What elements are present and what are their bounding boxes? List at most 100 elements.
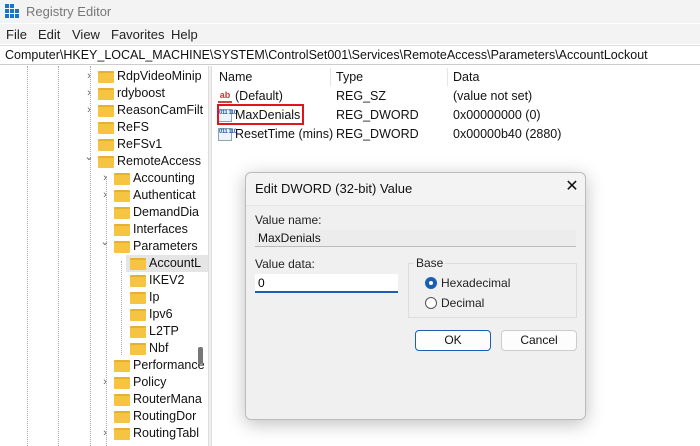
tree-item[interactable]: ReFSv1 bbox=[88, 136, 208, 153]
base-label: Base bbox=[414, 256, 446, 270]
menu-file[interactable]: File bbox=[6, 27, 27, 42]
tree-item[interactable]: › Policy bbox=[103, 374, 208, 391]
base-groupbox bbox=[408, 263, 577, 318]
folder-icon bbox=[114, 411, 130, 423]
menu-view[interactable]: View bbox=[72, 27, 100, 42]
chevron-right-icon[interactable]: › bbox=[84, 85, 94, 102]
ok-button[interactable]: OK bbox=[415, 330, 491, 351]
address-bar[interactable]: Computer\HKEY_LOCAL_MACHINE\SYSTEM\Contr… bbox=[0, 45, 700, 65]
tree-item-label: RoutingTabl bbox=[133, 426, 200, 440]
folder-icon bbox=[114, 224, 130, 236]
value-data: (value not set) bbox=[453, 89, 533, 103]
tree-item[interactable]: DemandDia bbox=[104, 204, 208, 221]
folder-icon bbox=[114, 377, 130, 389]
decimal-label[interactable]: Decimal bbox=[441, 296, 484, 310]
tree-item[interactable]: Ip bbox=[120, 289, 208, 306]
tree-item[interactable]: › rdyboost bbox=[87, 85, 208, 102]
chevron-right-icon[interactable]: › bbox=[100, 170, 110, 187]
decimal-radio[interactable] bbox=[425, 297, 437, 309]
menu-edit[interactable]: Edit bbox=[38, 27, 60, 42]
menu-bar: File Edit View Favorites Help bbox=[0, 24, 700, 44]
folder-icon bbox=[98, 122, 114, 134]
hexadecimal-label[interactable]: Hexadecimal bbox=[441, 276, 510, 290]
chevron-down-icon[interactable]: ⌄ bbox=[84, 149, 94, 166]
tree-item[interactable]: Interfaces bbox=[104, 221, 208, 238]
chevron-right-icon[interactable]: › bbox=[100, 187, 110, 204]
tree-item[interactable]: › Accounting bbox=[103, 170, 208, 187]
tree-item[interactable]: › RdpVideoMinip bbox=[87, 68, 208, 85]
chevron-right-icon[interactable]: › bbox=[100, 374, 110, 391]
column-name[interactable]: Name bbox=[219, 70, 252, 84]
tree-item[interactable]: AccountL bbox=[126, 255, 208, 272]
column-data[interactable]: Data bbox=[453, 70, 479, 84]
chevron-right-icon[interactable]: › bbox=[84, 68, 94, 85]
tree-item[interactable]: › Authenticat bbox=[103, 187, 208, 204]
tree-item-label: AccountL bbox=[149, 256, 202, 270]
value-name-field: MaxDenials bbox=[255, 230, 576, 247]
tree-item-label: ReFS bbox=[117, 120, 149, 134]
tree-item-label: RoutingDor bbox=[133, 409, 197, 423]
folder-icon bbox=[130, 258, 146, 270]
tree-item[interactable]: IKEV2 bbox=[120, 272, 208, 289]
tree-item-label: Interfaces bbox=[133, 222, 188, 236]
window-title: Registry Editor bbox=[26, 4, 112, 19]
chevron-right-icon[interactable]: › bbox=[100, 425, 110, 442]
menu-help[interactable]: Help bbox=[171, 27, 198, 42]
tree-item-label: RouterMana bbox=[133, 392, 202, 406]
tree-item[interactable]: › ReasonCamFilt bbox=[87, 102, 208, 119]
value-type: REG_DWORD bbox=[336, 127, 419, 141]
tree-scrollbar-thumb[interactable] bbox=[198, 347, 203, 364]
value-type: REG_SZ bbox=[336, 89, 387, 103]
folder-icon bbox=[98, 105, 114, 117]
tree-item[interactable]: Nbf bbox=[120, 340, 208, 357]
column-type[interactable]: Type bbox=[336, 70, 363, 84]
folder-icon bbox=[114, 190, 130, 202]
value-row[interactable]: 011 110 ResetTime (mins) REG_DWORD 0x00000b… bbox=[218, 125, 698, 144]
tree-item-label: Parameters bbox=[133, 239, 198, 253]
highlight-box bbox=[217, 104, 304, 125]
tree-item[interactable]: RoutingDor bbox=[104, 408, 208, 425]
tree-item[interactable]: ⌄ Parameters bbox=[100, 236, 208, 255]
binary-value-icon: 011 110 bbox=[218, 128, 237, 141]
tree-item[interactable]: ReFS bbox=[88, 119, 208, 136]
menu-favorites[interactable]: Favorites bbox=[111, 27, 164, 42]
dialog-title: Edit DWORD (32-bit) Value bbox=[255, 181, 413, 196]
value-data-input[interactable] bbox=[255, 274, 398, 293]
folder-icon bbox=[114, 173, 130, 185]
registry-editor-icon bbox=[5, 4, 19, 18]
tree-item-label: Performance bbox=[133, 358, 205, 372]
folder-icon bbox=[114, 360, 130, 372]
value-type: REG_DWORD bbox=[336, 108, 419, 122]
tree-item[interactable]: › RoutingTabl bbox=[103, 425, 208, 442]
tree-item[interactable]: L2TP bbox=[120, 323, 208, 340]
tree-item-label: L2TP bbox=[149, 324, 179, 338]
title-bar: Registry Editor bbox=[0, 0, 700, 23]
tree-item[interactable]: ⌄ RemoteAccess bbox=[84, 151, 208, 170]
tree-item-label: Accounting bbox=[133, 171, 195, 185]
tree-item-label: Nbf bbox=[149, 341, 169, 355]
tree-item-label: RdpVideoMinip bbox=[117, 69, 202, 83]
tree-item-label: DemandDia bbox=[133, 205, 200, 219]
cancel-button[interactable]: Cancel bbox=[501, 330, 577, 351]
tree-item-label: rdyboost bbox=[117, 86, 165, 100]
chevron-right-icon[interactable]: › bbox=[84, 102, 94, 119]
chevron-down-icon[interactable]: ⌄ bbox=[100, 234, 110, 251]
tree-item-label: IKEV2 bbox=[149, 273, 185, 287]
edit-dword-dialog: Edit DWORD (32-bit) Value ✕ Value name: … bbox=[245, 172, 586, 420]
string-value-icon: ab bbox=[218, 90, 232, 103]
tree-item[interactable]: RouterMana bbox=[104, 391, 208, 408]
tree-item-label: ReFSv1 bbox=[117, 137, 163, 151]
tree-item-label: Ipv6 bbox=[149, 307, 173, 321]
tree-item[interactable]: Ipv6 bbox=[120, 306, 208, 323]
tree-item-label: RemoteAccess bbox=[117, 154, 202, 168]
value-name: ResetTime (mins) bbox=[235, 127, 334, 141]
close-icon[interactable]: ✕ bbox=[562, 176, 582, 196]
tree-item-label: ReasonCamFilt bbox=[117, 103, 204, 117]
folder-icon bbox=[98, 71, 114, 83]
value-data: 0x00000000 (0) bbox=[453, 108, 541, 122]
hexadecimal-radio[interactable] bbox=[425, 277, 437, 289]
folder-icon bbox=[114, 241, 130, 253]
folder-icon bbox=[98, 139, 114, 151]
value-data-label: Value data: bbox=[255, 257, 315, 271]
tree-item[interactable]: Performance bbox=[104, 357, 208, 374]
